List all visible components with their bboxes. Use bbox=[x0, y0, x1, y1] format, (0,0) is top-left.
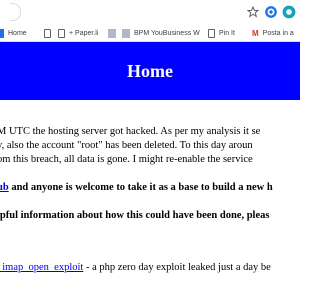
bookmark-label: Pin It bbox=[219, 29, 235, 37]
bookmarks-bar: Home + Paper.li BPM YouBusiness W Pin It… bbox=[0, 25, 300, 42]
bookmark-gmail[interactable]: M Posta in a bbox=[252, 25, 294, 41]
page-title: Home bbox=[127, 60, 173, 81]
paragraph-line: M UTC the hosting server got hacked. As … bbox=[0, 126, 261, 137]
paragraph-text: and anyone is welcome to take it as a ba… bbox=[8, 182, 273, 193]
bookmark-home[interactable]: Home bbox=[0, 25, 27, 41]
page-icon bbox=[58, 28, 65, 38]
exploit-link[interactable]: _imap_open_exploit bbox=[0, 262, 83, 273]
omnibox-edge[interactable] bbox=[8, 3, 22, 21]
paragraph-text: - a php zero day exploit leaked just a d… bbox=[83, 262, 271, 273]
bookmark-page[interactable] bbox=[44, 25, 51, 41]
source-link[interactable]: ub bbox=[0, 182, 9, 193]
page-icon bbox=[44, 28, 51, 38]
bookmark-label: BPM YouBusiness W bbox=[134, 29, 200, 37]
bookmark-paperli[interactable]: + Paper.li bbox=[58, 25, 98, 41]
bookmark-icon bbox=[122, 28, 130, 38]
paragraph-line: ub and anyone is welcome to take it as a… bbox=[0, 182, 273, 193]
home-doc-icon bbox=[0, 28, 4, 38]
paragraph-line: _imap_open_exploit - a php zero day expl… bbox=[0, 262, 271, 273]
paragraph-line: y, also the account "root" has been dele… bbox=[0, 140, 253, 151]
bookmark-label: + Paper.li bbox=[69, 29, 99, 37]
gmail-icon: M bbox=[252, 28, 259, 38]
star-icon[interactable] bbox=[244, 3, 262, 21]
browser-toolbar bbox=[0, 0, 300, 25]
bookmark-bpm[interactable]: BPM YouBusiness W bbox=[122, 25, 200, 41]
profile-avatar-icon[interactable] bbox=[280, 3, 298, 21]
extension-icon[interactable] bbox=[262, 3, 280, 21]
bookmark-pinit[interactable]: Pin It bbox=[208, 25, 235, 41]
paragraph-line: lpful information about how this could h… bbox=[0, 210, 270, 221]
page-icon bbox=[208, 28, 215, 38]
paragraph-line: om this breach, all data is gone. I migh… bbox=[0, 154, 253, 165]
bookmark-label: Home bbox=[8, 29, 27, 37]
bookmark-icon bbox=[108, 28, 116, 38]
bookmark-label: Posta in a bbox=[262, 29, 294, 37]
bookmark-blank[interactable] bbox=[108, 25, 116, 41]
page-header: Home bbox=[0, 42, 300, 100]
